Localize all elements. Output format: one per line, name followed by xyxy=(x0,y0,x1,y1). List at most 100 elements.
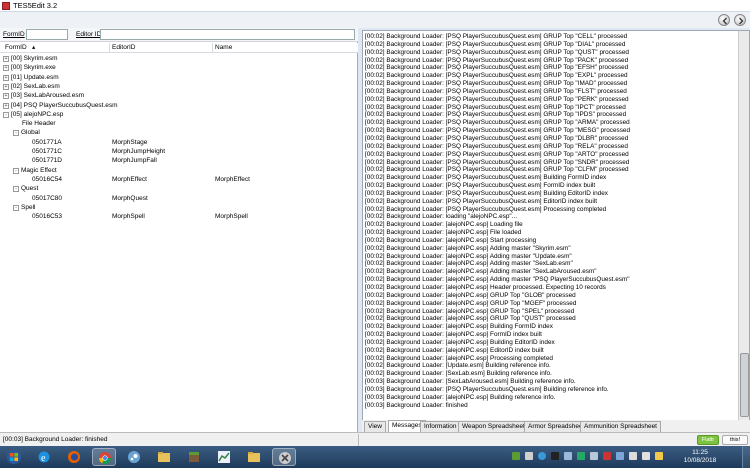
tray-app-icon[interactable] xyxy=(525,452,533,460)
expand-icon[interactable]: + xyxy=(3,56,9,62)
formid-filter-input[interactable] xyxy=(26,29,68,40)
tree-cell-editorid: MorphSpell xyxy=(112,213,145,221)
tree-row[interactable]: 05016C54 MorphEffect MorphEffect xyxy=(0,175,358,184)
log-line: [00:03] Background Loader: [PSQ PlayerSu… xyxy=(365,385,609,393)
folder-icon xyxy=(158,452,170,462)
log-line: [00:02] Background Loader: [PSQ PlayerSu… xyxy=(365,64,629,72)
log-line: [00:03] Background Loader: [SexLabArouse… xyxy=(365,378,576,386)
back-button[interactable] xyxy=(718,14,730,26)
taskbar-folder[interactable] xyxy=(152,448,176,466)
tab-information[interactable]: Information xyxy=(420,421,461,432)
tree-cell-text: Quest xyxy=(21,185,39,193)
tree-row[interactable]: 05017C80 MorphQuest xyxy=(0,194,358,203)
tree-cell-editorid: MorphQuest xyxy=(112,194,148,202)
tree-cell-formid: - Spell xyxy=(13,203,35,212)
tray-signal-icon[interactable] xyxy=(629,452,637,460)
tray-monitor-icon[interactable] xyxy=(616,452,624,460)
taskbar-clock[interactable]: 11:25 10/08/2018 xyxy=(676,449,724,465)
collapse-icon[interactable]: - xyxy=(13,204,19,211)
taskbar-chrome[interactable] xyxy=(92,448,116,466)
tree-row[interactable]: + [03] SexLabAroused.esm xyxy=(0,91,358,100)
taskbar-steam[interactable] xyxy=(122,448,146,466)
flattr-button[interactable]: Flattr xyxy=(697,435,719,445)
taskbar-ie[interactable]: e xyxy=(32,448,56,466)
flattr-this-button[interactable]: this! xyxy=(722,435,748,445)
log-line: [00:02] Background Loader: [SexLab.esm] … xyxy=(365,370,552,378)
tree-row[interactable]: + [01] Update.esm xyxy=(0,73,358,82)
collapse-icon[interactable]: - xyxy=(13,130,19,137)
tree-cell-editorid: MorphStage xyxy=(112,138,148,146)
expand-icon[interactable]: + xyxy=(3,65,9,72)
log-line: [00:02] Background Loader: [PSQ PlayerSu… xyxy=(365,95,629,103)
taskbar-minecraft[interactable] xyxy=(182,448,206,466)
tree-row[interactable]: 0501771A MorphStage xyxy=(0,138,358,147)
tree-cell-text: 0501771A xyxy=(32,138,62,146)
tree-cell-editorid: MorphEffect xyxy=(112,175,147,183)
tree-row[interactable]: + [00] Skyrim.esm xyxy=(0,54,358,63)
tree-row[interactable]: - Magic Effect xyxy=(0,166,358,175)
collapse-icon[interactable]: - xyxy=(13,186,19,193)
column-editorid[interactable]: EditorID xyxy=(112,44,135,51)
log-line: [00:03] Background Loader: [alejoNPC.esp… xyxy=(365,393,556,401)
tree-row[interactable]: - Spell xyxy=(0,203,358,212)
chrome-icon xyxy=(99,452,111,465)
tab-ammunition-spreadsheet[interactable]: Ammunition Spreadsheet xyxy=(580,421,661,432)
column-name[interactable]: Name xyxy=(215,44,232,51)
tree-cell-formid: + [04] PSQ PlayerSuccubusQuest.esm xyxy=(3,101,118,110)
tray-app2-icon[interactable] xyxy=(577,452,585,460)
log-line: [00:02] Background Loader: [PSQ PlayerSu… xyxy=(365,80,628,88)
tree-row[interactable]: 05016C53 MorphSpell MorphSpell xyxy=(0,212,358,221)
tree-row[interactable]: File Header xyxy=(0,119,358,128)
tab-view[interactable]: View xyxy=(364,421,386,432)
expand-icon[interactable]: + xyxy=(3,83,9,90)
tree-cell-editorid: MorphJumpHeight xyxy=(112,148,166,155)
taskbar-chart-app[interactable] xyxy=(212,448,236,466)
tray-steam-icon[interactable] xyxy=(551,452,559,460)
tree-row[interactable]: - Global xyxy=(0,128,358,137)
tree-row[interactable]: 0501771D MorphJumpFall xyxy=(0,156,358,165)
collapse-icon[interactable]: - xyxy=(13,167,19,174)
taskbar-folder-2[interactable] xyxy=(242,448,266,466)
column-formid[interactable]: FormID xyxy=(5,44,27,51)
log-line: [00:02] Background Loader: [alejoNPC.esp… xyxy=(365,291,576,299)
editorid-filter-input[interactable] xyxy=(100,29,355,40)
firefox-icon xyxy=(68,451,80,463)
tray-minecraft-icon[interactable] xyxy=(512,452,520,460)
forward-arrow-icon xyxy=(739,17,744,25)
vertical-scrollbar[interactable] xyxy=(738,31,749,423)
tree-row[interactable]: + [02] SexLab.esm xyxy=(0,82,358,91)
tree-row[interactable]: + [00] Skyrim.exe xyxy=(0,63,358,72)
tab-armor-spreadsheet[interactable]: Armor Spreadsheet xyxy=(524,421,589,432)
tray-volume-icon[interactable] xyxy=(642,452,650,460)
expand-icon[interactable]: + xyxy=(3,74,9,81)
show-desktop-button[interactable] xyxy=(742,446,750,468)
log-line: [00:02] Background Loader: [alejoNPC.esp… xyxy=(365,346,544,354)
tree-row[interactable]: + [04] PSQ PlayerSuccubusQuest.esm xyxy=(0,101,358,110)
start-button[interactable] xyxy=(2,448,26,466)
tree-cell-text: File Header xyxy=(22,120,56,128)
tray-drive-icon[interactable] xyxy=(590,452,598,460)
record-tree-panel: FormID Editor ID FormID ▴ EditorID Name … xyxy=(0,28,358,432)
tray-power-icon[interactable] xyxy=(655,452,663,460)
log-line: [00:02] Background Loader: [PSQ PlayerSu… xyxy=(365,174,607,182)
tree-cell-formid: 05017C80 xyxy=(23,194,62,203)
log-line: [00:02] Background Loader: loading "alej… xyxy=(365,213,517,221)
tree-cell-text: Magic Effect xyxy=(21,166,57,174)
tree-cell-text: [00] Skyrim.esm xyxy=(11,55,58,62)
taskbar-tes5edit[interactable] xyxy=(272,448,296,466)
tab-weapon-spreadsheet[interactable]: Weapon Spreadsheet xyxy=(458,421,529,432)
tray-skype-icon[interactable] xyxy=(538,452,546,460)
tray-network-icon[interactable] xyxy=(564,452,572,460)
tree-row[interactable]: - [05] alejoNPC.esp xyxy=(0,110,358,119)
forward-button[interactable] xyxy=(734,14,746,26)
tree-row[interactable]: - Quest xyxy=(0,184,358,193)
tray-flag-icon[interactable] xyxy=(603,452,611,460)
taskbar-firefox[interactable] xyxy=(62,448,86,466)
log-line: [00:02] Background Loader: [PSQ PlayerSu… xyxy=(365,182,596,190)
log-line: [00:02] Background Loader: [PSQ PlayerSu… xyxy=(365,127,631,135)
svg-text:e: e xyxy=(41,453,46,464)
expand-icon[interactable]: + xyxy=(3,102,9,109)
collapse-icon[interactable]: - xyxy=(3,111,9,118)
tree-row[interactable]: 0501771C MorphJumpHeight xyxy=(0,147,358,156)
expand-icon[interactable]: + xyxy=(3,93,9,100)
